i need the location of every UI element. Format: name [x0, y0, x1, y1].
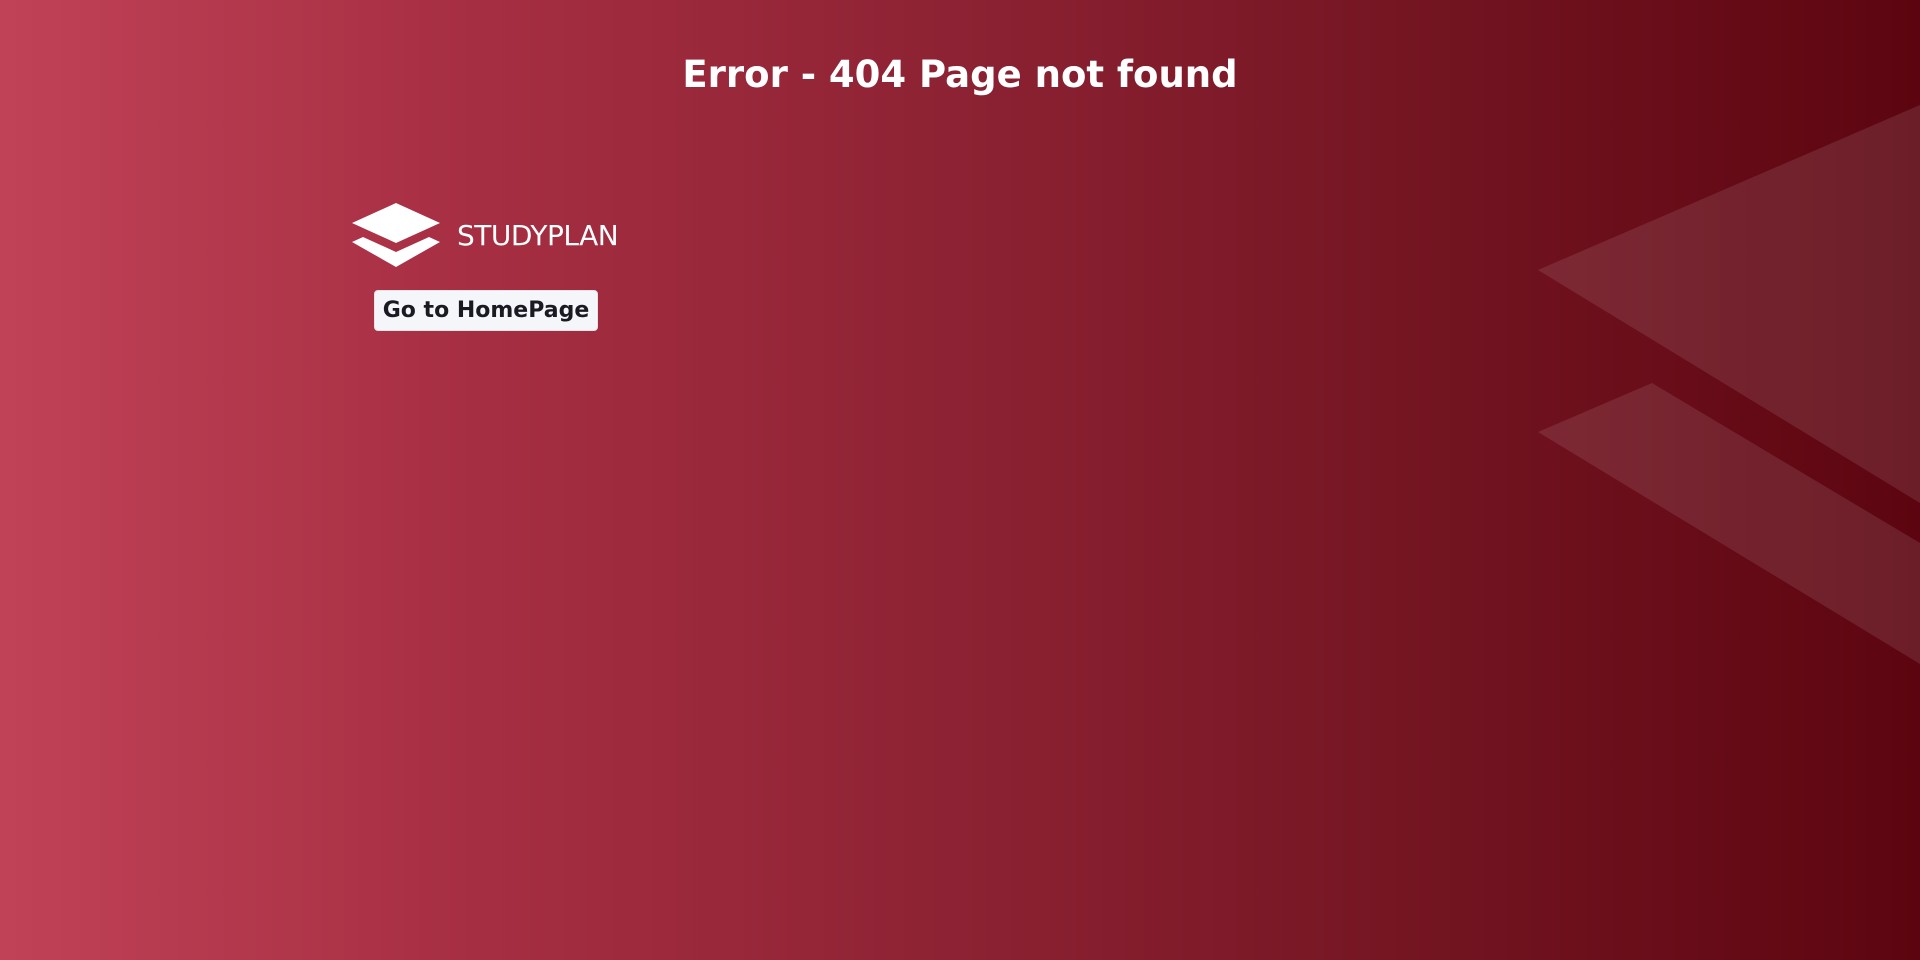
decor-band-lower — [1538, 383, 1920, 664]
decor-triangle-upper — [1538, 105, 1920, 503]
stacked-layers-icon — [352, 203, 440, 267]
brand-name: STUDYPLAN — [457, 218, 619, 252]
brand-logo: STUDYPLAN — [352, 203, 619, 267]
background-decoration — [1538, 105, 1920, 664]
go-to-homepage-button[interactable]: Go to HomePage — [374, 290, 598, 331]
page-title: Error - 404 Page not found — [682, 53, 1238, 96]
